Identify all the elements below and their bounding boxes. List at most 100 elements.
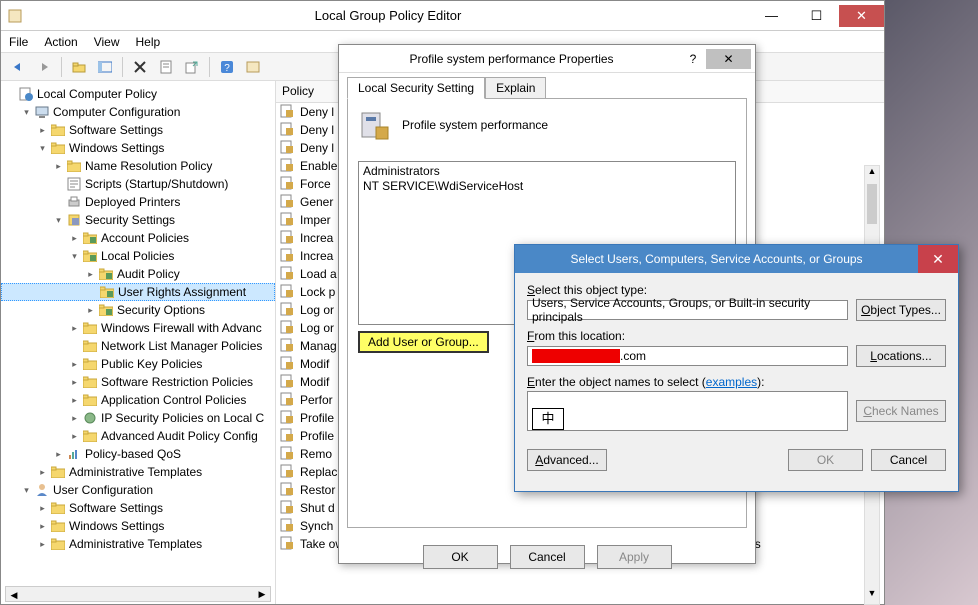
- close-button[interactable]: ✕: [706, 49, 751, 69]
- close-button[interactable]: ✕: [918, 245, 958, 273]
- ok-button[interactable]: OK: [788, 449, 863, 471]
- check-names-button[interactable]: Check Names: [856, 400, 946, 422]
- tree-item[interactable]: ▸Policy-based QoS: [1, 445, 275, 463]
- up-button[interactable]: [68, 56, 90, 78]
- expand-icon[interactable]: ▾: [69, 251, 80, 262]
- show-hide-button[interactable]: [94, 56, 116, 78]
- tree-item[interactable]: ▾User Configuration: [1, 481, 275, 499]
- tab-explain[interactable]: Explain: [485, 77, 546, 99]
- folder-icon: [50, 122, 66, 138]
- help-button[interactable]: ?: [216, 56, 238, 78]
- tree-item[interactable]: ▸Windows Settings: [1, 517, 275, 535]
- expand-icon[interactable]: ▾: [53, 215, 64, 226]
- cancel-button[interactable]: Cancel: [871, 449, 946, 471]
- expand-icon[interactable]: ▸: [37, 539, 48, 550]
- member-item[interactable]: NT SERVICE\WdiServiceHost: [363, 179, 731, 194]
- tree-item[interactable]: ▸Application Control Policies: [1, 391, 275, 409]
- expand-icon[interactable]: ▸: [37, 521, 48, 532]
- export-button[interactable]: [181, 56, 203, 78]
- tree-item[interactable]: Deployed Printers: [1, 193, 275, 211]
- tree-item[interactable]: Local Computer Policy: [1, 85, 275, 103]
- expand-icon[interactable]: [86, 287, 97, 298]
- tree-item[interactable]: ▾Local Policies: [1, 247, 275, 265]
- delete-button[interactable]: [129, 56, 151, 78]
- expand-icon[interactable]: ▾: [21, 485, 32, 496]
- tree-item[interactable]: ▸Software Settings: [1, 121, 275, 139]
- tree-item[interactable]: ▸Security Options: [1, 301, 275, 319]
- tree-item[interactable]: ▾Computer Configuration: [1, 103, 275, 121]
- maximize-button[interactable]: ☐: [794, 5, 839, 27]
- minimize-button[interactable]: —: [749, 5, 794, 27]
- security-icon: [66, 212, 82, 228]
- expand-icon[interactable]: ▸: [69, 395, 80, 406]
- expand-icon[interactable]: [53, 197, 64, 208]
- folder-icon: [82, 320, 98, 336]
- horizontal-scrollbar[interactable]: ◀ ▶: [5, 586, 271, 602]
- object-types-button[interactable]: Object Types...: [856, 299, 946, 321]
- tree-item[interactable]: ▸Administrative Templates: [1, 535, 275, 553]
- apply-button[interactable]: Apply: [597, 545, 672, 569]
- scroll-left-icon[interactable]: ◀: [6, 589, 22, 603]
- expand-icon[interactable]: [5, 89, 16, 100]
- expand-icon[interactable]: [53, 179, 64, 190]
- tree-item[interactable]: ▸Audit Policy: [1, 265, 275, 283]
- tree-item[interactable]: User Rights Assignment: [1, 283, 275, 301]
- expand-icon[interactable]: ▸: [69, 431, 80, 442]
- tree-item[interactable]: ▸Administrative Templates: [1, 463, 275, 481]
- tree-item[interactable]: ▾Windows Settings: [1, 139, 275, 157]
- help-button[interactable]: ?: [680, 52, 706, 66]
- expand-icon[interactable]: ▸: [37, 125, 48, 136]
- menu-file[interactable]: File: [9, 35, 28, 49]
- filter-button[interactable]: [242, 56, 264, 78]
- expand-icon[interactable]: ▸: [69, 233, 80, 244]
- scroll-up-icon[interactable]: ▲: [865, 166, 879, 182]
- scroll-down-icon[interactable]: ▼: [865, 588, 879, 604]
- back-button[interactable]: [7, 56, 29, 78]
- expand-icon[interactable]: ▸: [53, 449, 64, 460]
- menu-action[interactable]: Action: [44, 35, 77, 49]
- close-button[interactable]: ✕: [839, 5, 884, 27]
- tree-item[interactable]: Scripts (Startup/Shutdown): [1, 175, 275, 193]
- expand-icon[interactable]: ▸: [69, 377, 80, 388]
- expand-icon[interactable]: ▸: [69, 323, 80, 334]
- secfolder-icon: [82, 248, 98, 264]
- properties-titlebar: Profile system performance Properties ? …: [339, 45, 755, 73]
- tree-item[interactable]: ▸Software Restriction Policies: [1, 373, 275, 391]
- tree-item[interactable]: ▸Account Policies: [1, 229, 275, 247]
- tree-item[interactable]: Network List Manager Policies: [1, 337, 275, 355]
- add-user-or-group-button[interactable]: Add User or Group...: [358, 331, 489, 353]
- advanced-button[interactable]: Advanced...: [527, 449, 607, 471]
- object-names-input[interactable]: 中: [527, 391, 848, 431]
- locations-button[interactable]: Locations...: [856, 345, 946, 367]
- menu-view[interactable]: View: [94, 35, 120, 49]
- redacted-text: [532, 349, 620, 363]
- scroll-right-icon[interactable]: ▶: [254, 587, 270, 601]
- ok-button[interactable]: OK: [423, 545, 498, 569]
- expand-icon[interactable]: ▸: [53, 161, 64, 172]
- expand-icon[interactable]: ▸: [85, 269, 96, 280]
- tree-item[interactable]: ▸Public Key Policies: [1, 355, 275, 373]
- expand-icon[interactable]: ▸: [69, 359, 80, 370]
- member-item[interactable]: Administrators: [363, 164, 731, 179]
- expand-icon[interactable]: ▸: [69, 413, 80, 424]
- tab-local-security-setting[interactable]: Local Security Setting: [347, 77, 485, 99]
- menu-help[interactable]: Help: [136, 35, 161, 49]
- expand-icon[interactable]: ▾: [21, 107, 32, 118]
- tree-item[interactable]: ▸Advanced Audit Policy Config: [1, 427, 275, 445]
- examples-link[interactable]: examples: [706, 375, 757, 389]
- tree-panel[interactable]: Local Computer Policy▾Computer Configura…: [1, 81, 276, 604]
- expand-icon[interactable]: [69, 341, 80, 352]
- properties-button[interactable]: [155, 56, 177, 78]
- expand-icon[interactable]: ▸: [37, 467, 48, 478]
- expand-icon[interactable]: ▾: [37, 143, 48, 154]
- tree-item[interactable]: ▸Windows Firewall with Advanc: [1, 319, 275, 337]
- forward-button[interactable]: [33, 56, 55, 78]
- cancel-button[interactable]: Cancel: [510, 545, 585, 569]
- expand-icon[interactable]: ▸: [85, 305, 96, 316]
- expand-icon[interactable]: ▸: [37, 503, 48, 514]
- scroll-thumb[interactable]: [867, 184, 877, 224]
- tree-item[interactable]: ▸Name Resolution Policy: [1, 157, 275, 175]
- tree-item[interactable]: ▸Software Settings: [1, 499, 275, 517]
- tree-item[interactable]: ▾Security Settings: [1, 211, 275, 229]
- tree-item[interactable]: ▸IP Security Policies on Local C: [1, 409, 275, 427]
